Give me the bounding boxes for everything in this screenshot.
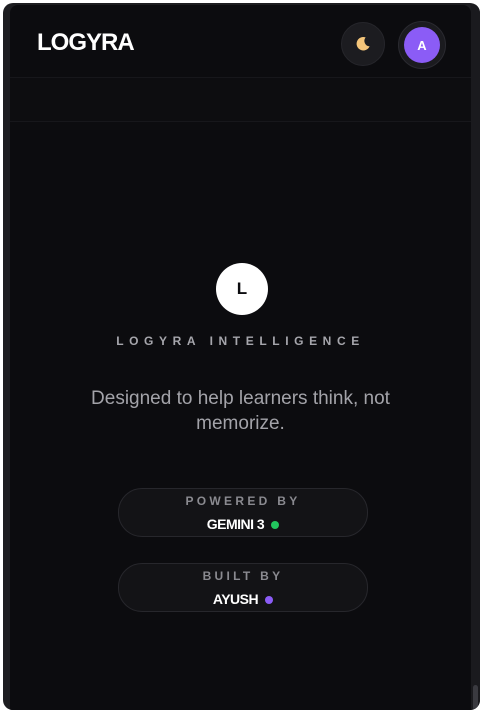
status-dot-icon (271, 520, 280, 529)
built-by-value: AYUSH (212, 591, 259, 607)
brand-title: LOGYRA INTELLIGENCE (116, 334, 365, 348)
built-by-card: BUILT BY AYUSH (118, 563, 368, 612)
theme-toggle-button[interactable] (341, 22, 385, 66)
logo-text[interactable]: LOGYRA (37, 29, 135, 57)
app-container: LOGYRA A L LOGYRA INTELLIGENCE Designed … (10, 5, 471, 710)
avatar: A (404, 27, 440, 63)
brand-badge: L (216, 263, 268, 315)
sub-toolbar (10, 78, 471, 122)
app-window: LOGYRA A L LOGYRA INTELLIGENCE Designed … (3, 3, 480, 710)
top-header: LOGYRA A (10, 5, 471, 78)
built-by-label: BUILT BY (202, 569, 284, 583)
scrollbar[interactable] (471, 5, 480, 710)
powered-by-value-row: GEMINI 3 (119, 516, 367, 532)
user-avatar-button[interactable]: A (398, 21, 446, 69)
built-by-value-row: AYUSH (119, 591, 367, 607)
powered-by-card: POWERED BY GEMINI 3 (118, 488, 368, 537)
status-dot-icon (265, 595, 274, 604)
moon-icon (356, 36, 370, 51)
tagline: Designed to help learners think, not mem… (91, 388, 390, 434)
screen: LOGYRA A L LOGYRA INTELLIGENCE Designed … (0, 0, 486, 713)
powered-by-value: GEMINI 3 (206, 516, 265, 532)
scrollbar-thumb[interactable] (473, 685, 478, 710)
powered-by-label: POWERED BY (185, 494, 301, 508)
